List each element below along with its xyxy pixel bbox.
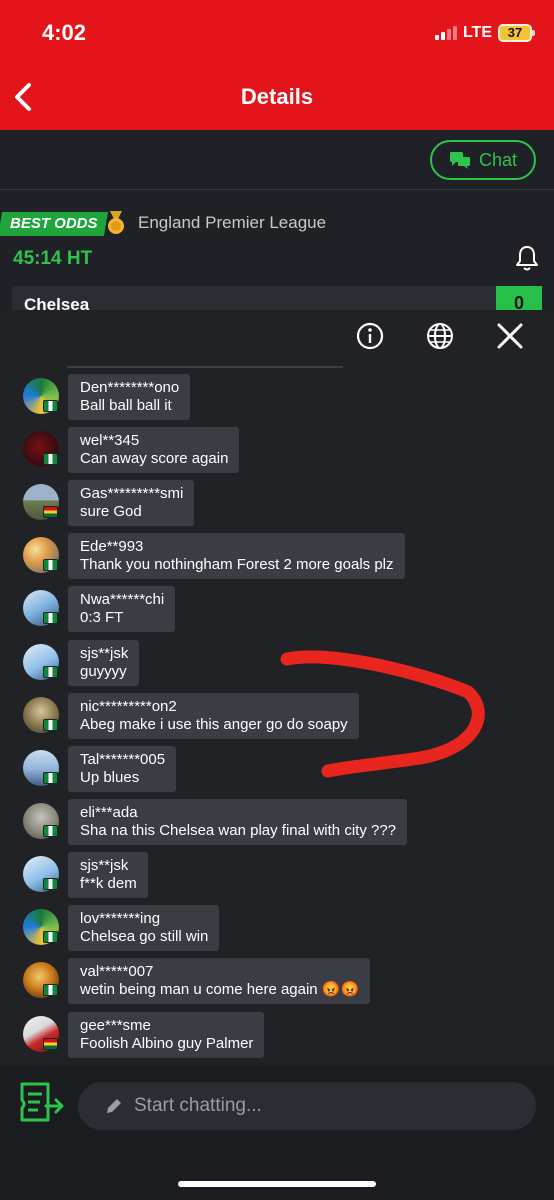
app-header: 4:02 LTE 37 Details [0, 0, 554, 130]
message-username: Ede**993 [80, 538, 144, 555]
message-text: Up blues [80, 769, 140, 786]
team-score: 0 [496, 286, 542, 310]
message-text: guyyyy [80, 663, 127, 680]
network-label: LTE [462, 24, 492, 41]
nigeria-flag-icon [43, 878, 58, 890]
chat-input[interactable]: Start chatting... [78, 1082, 536, 1130]
nigeria-flag-icon [43, 984, 58, 996]
chat-input-placeholder: Start chatting... [134, 1095, 262, 1116]
chat-bubbles-icon [449, 152, 470, 169]
message-username: eli***ada [80, 804, 138, 821]
message-username: sjs**jsk [80, 857, 129, 874]
chat-toolbar: Chat [0, 130, 554, 190]
message-text: f**k dem [80, 875, 137, 892]
message-username: nic*********on2 [80, 698, 177, 715]
message-bubble[interactable]: gee***sme Foolish Albino guy Palmer [68, 1012, 265, 1058]
signal-icon [434, 26, 457, 40]
message-bubble[interactable]: val*****007 wetin being man u come here a… [68, 958, 371, 1004]
league-name: England Premier League [138, 213, 327, 232]
message-text: Abeg make i use this anger go do soapy [80, 716, 348, 733]
message-text: wetin being man u come here again 😡😡 [80, 981, 360, 998]
message-bubble[interactable]: wel**345 Can away score again [68, 427, 240, 473]
screen: 4:02 LTE 37 Details Chat BEST ODDS Engla… [0, 0, 554, 1200]
nigeria-flag-icon [43, 453, 58, 465]
team-score-row: Chelsea 0 [12, 286, 542, 310]
ghana-flag-icon [43, 1038, 58, 1050]
match-clock: 45:14 HT [13, 248, 93, 269]
message-username: lov*******ing [80, 910, 161, 927]
message-username: wel**345 [80, 432, 140, 449]
message-bubble[interactable]: Tal*******005 Up blues [68, 746, 177, 792]
betslip-icon[interactable] [18, 1080, 66, 1124]
status-time: 4:02 [42, 20, 87, 45]
chat-panel-toolbar [0, 310, 554, 362]
info-icon[interactable] [354, 320, 386, 352]
message-text: sure God [80, 503, 142, 520]
best-odds-badge: BEST ODDS [0, 212, 108, 236]
bell-icon[interactable] [514, 244, 540, 272]
message-bubble[interactable]: nic*********on2 Abeg make i use this ange… [68, 693, 359, 739]
message-bubble[interactable]: sjs**jsk guyyyy [68, 640, 140, 686]
message-bubble[interactable]: eli***ada Sha na this Chelsea wan play fi… [68, 799, 408, 845]
page-title: Details [240, 84, 314, 109]
message-username: Nwa******chi [80, 591, 165, 608]
message-text: Foolish Albino guy Palmer [80, 1035, 254, 1052]
battery-icon: 37 [498, 24, 535, 42]
message-username: Gas*********smi [80, 485, 184, 502]
message-bubble[interactable]: Ede**993 Thank you nothingham Forest 2 mo… [68, 533, 405, 579]
nigeria-flag-icon [43, 772, 58, 784]
message-text: Can away score again [80, 450, 229, 467]
team-name: Chelsea [24, 295, 90, 310]
chat-button[interactable]: Chat [430, 140, 536, 180]
message-bubble[interactable]: Den********ono Ball ball ball it [68, 374, 191, 420]
message-bubble[interactable]: Nwa******chi 0:3 FT [68, 586, 176, 632]
chat-button-label: Chat [478, 149, 518, 170]
message-username: gee***sme [80, 1017, 151, 1034]
medal-icon [108, 211, 124, 234]
chat-input-bar: Start chatting... [0, 1066, 554, 1200]
message-username: Den********ono [80, 379, 180, 396]
nigeria-flag-icon [43, 825, 58, 837]
nigeria-flag-icon [43, 612, 58, 624]
nigeria-flag-icon [43, 666, 58, 678]
message-username: val*****007 [80, 963, 154, 980]
message-username: Tal*******005 [80, 751, 166, 768]
message-bubble[interactable]: lov*******ing Chelsea go still win [68, 905, 220, 951]
pencil-icon [107, 1099, 121, 1113]
message-bubble[interactable]: sjs**jsk f**k dem [68, 852, 148, 898]
nigeria-flag-icon [43, 719, 58, 731]
home-indicator [178, 1181, 376, 1187]
status-indicators: LTE 37 [434, 24, 535, 42]
globe-icon[interactable] [424, 320, 456, 352]
ghana-flag-icon [43, 506, 58, 518]
close-icon[interactable] [494, 320, 526, 352]
message-text: Ball ball ball it [80, 397, 172, 414]
nigeria-flag-icon [43, 559, 58, 571]
message-bubble[interactable]: Gas*********smi sure God [68, 480, 195, 526]
message-text: Chelsea go still win [80, 928, 209, 945]
message-text: Sha na this Chelsea wan play final with … [80, 822, 397, 839]
scroll-divider [67, 366, 343, 368]
message-text: 0:3 FT [80, 609, 124, 626]
nigeria-flag-icon [43, 931, 58, 943]
nigeria-flag-icon [43, 400, 58, 412]
message-text: Thank you nothingham Forest 2 more goals… [80, 556, 394, 573]
message-username: sjs**jsk [80, 645, 129, 662]
